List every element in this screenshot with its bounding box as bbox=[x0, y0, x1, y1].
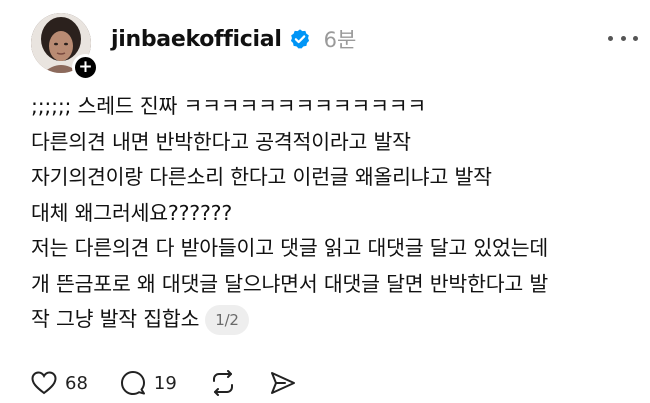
author-avatar-container[interactable]: + bbox=[31, 13, 99, 81]
share-button[interactable] bbox=[269, 370, 297, 396]
post-line-text: 작 그냥 발작 집합소 bbox=[31, 307, 200, 331]
more-dot bbox=[633, 35, 638, 41]
more-options-icon[interactable] bbox=[608, 28, 638, 48]
heart-icon bbox=[31, 371, 57, 395]
post-line: 자기의견이랑 다른소리 한다고 이런글 왜올리냐고 발작 bbox=[31, 165, 492, 189]
like-count: 68 bbox=[65, 372, 88, 394]
action-bar: 68 19 bbox=[31, 366, 329, 400]
post-time: 6분 bbox=[323, 28, 357, 52]
comment-count: 19 bbox=[153, 372, 177, 394]
comment-icon bbox=[120, 371, 145, 395]
share-icon bbox=[270, 372, 295, 394]
post-line: ;;;;;; 스레드 진짜 ㅋㅋㅋㅋㅋㅋㅋㅋㅋㅋㅋㅋㅋ bbox=[31, 94, 427, 118]
more-dot bbox=[620, 35, 626, 41]
follow-plus-icon[interactable]: + bbox=[72, 54, 99, 81]
post-body: ;;;;;; 스레드 진짜 ㅋㅋㅋㅋㅋㅋㅋㅋㅋㅋㅋㅋㅋ 다른의견 내면 반박한다… bbox=[31, 89, 643, 338]
like-button[interactable]: 68 bbox=[31, 371, 88, 395]
post-line: 대체 왜그러세요?????? bbox=[31, 200, 233, 225]
comment-button[interactable]: 19 bbox=[120, 370, 177, 396]
verified-icon bbox=[289, 28, 311, 50]
more-dot bbox=[608, 35, 613, 41]
repost-button[interactable] bbox=[209, 370, 237, 396]
repost-icon bbox=[212, 370, 233, 396]
post-line: 다른의견 내면 반박한다고 공격적이라고 발작 bbox=[31, 129, 411, 154]
page-indicator[interactable]: 1/2 bbox=[205, 305, 249, 335]
post-header: jinbaekofficial 6분 bbox=[111, 22, 356, 56]
post-line: 개 뜬금포로 왜 대댓글 달으냐면서 대댓글 달면 반박한다고 발 bbox=[31, 271, 549, 296]
post-line-last: 작 그냥 발작 집합소 1/2 bbox=[31, 302, 643, 338]
post-line: 저는 다른의견 다 받아들이고 댓글 읽고 대댓글 달고 있었는데 bbox=[31, 236, 549, 260]
username[interactable]: jinbaekofficial bbox=[111, 27, 282, 52]
